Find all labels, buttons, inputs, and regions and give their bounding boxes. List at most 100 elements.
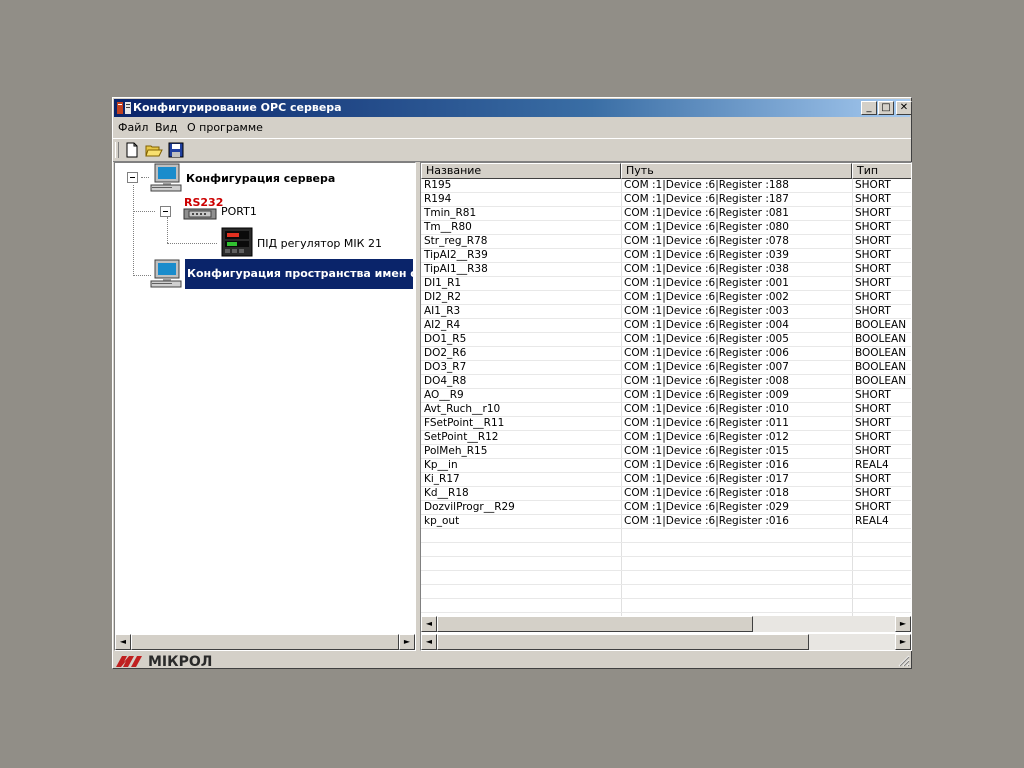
column-header-name[interactable]: Название [421, 163, 621, 179]
cell-name: Tmin_R81 [424, 207, 477, 219]
computer-icon [150, 259, 182, 288]
table-row[interactable]: TipAI2__R39 COM :1|Device :6|Register :03… [421, 249, 911, 263]
scroll-thumb[interactable] [437, 616, 753, 632]
close-button[interactable]: ✕ [896, 101, 912, 115]
list-outer-scrollbar[interactable]: ◄ ► [421, 634, 911, 650]
cell-name: PolMeh_R15 [424, 445, 488, 457]
tree-node-port[interactable]: PORT1 [221, 205, 257, 218]
table-row[interactable]: TipAI1__R38 COM :1|Device :6|Register :03… [421, 263, 911, 277]
cell-type: SHORT [855, 445, 891, 457]
cell-type: SHORT [855, 277, 891, 289]
scroll-right-arrow[interactable]: ► [895, 616, 911, 632]
tree-node-server-config[interactable]: Конфигурация сервера [186, 172, 335, 185]
app-icon [117, 102, 131, 114]
table-row[interactable]: Kp__in COM :1|Device :6|Register :016 REAL… [421, 459, 911, 473]
cell-type: BOOLEAN [855, 361, 907, 373]
table-row[interactable]: R194 COM :1|Device :6|Register :187 SHORT [421, 193, 911, 207]
cell-path: COM :1|Device :6|Register :029 [624, 501, 789, 513]
cell-name: DO3_R7 [424, 361, 467, 373]
cell-type: SHORT [855, 291, 891, 303]
table-row[interactable]: Ki_R17 COM :1|Device :6|Register :017 SHOR… [421, 473, 911, 487]
scroll-left-arrow[interactable]: ◄ [421, 616, 437, 632]
table-row[interactable]: Kd__R18 COM :1|Device :6|Register :018 SHO… [421, 487, 911, 501]
scroll-thumb[interactable] [437, 634, 809, 650]
menu-about[interactable]: О программе [187, 121, 263, 134]
cell-type: SHORT [855, 431, 891, 443]
table-row[interactable]: Tmin_R81 COM :1|Device :6|Register :081 SH… [421, 207, 911, 221]
table-row[interactable]: PolMeh_R15 COM :1|Device :6|Register :015… [421, 445, 911, 459]
table-row[interactable]: FSetPoint__R11 COM :1|Device :6|Register … [421, 417, 911, 431]
cell-path: COM :1|Device :6|Register :005 [624, 333, 789, 345]
cell-type: SHORT [855, 235, 891, 247]
main-window: Конфигурирование ОРС сервера _ □ ✕ Файл … [112, 97, 912, 670]
cell-name: Kd__R18 [424, 487, 469, 499]
scroll-left-arrow[interactable]: ◄ [421, 634, 437, 650]
cell-type: SHORT [855, 193, 891, 205]
table-row[interactable]: AI2_R4 COM :1|Device :6|Register :004 BOOL… [421, 319, 911, 333]
cell-path: COM :1|Device :6|Register :078 [624, 235, 789, 247]
empty-row [421, 585, 911, 599]
tag-list-pane[interactable]: Название Путь Тип R195 COM :1|Device :6|R… [420, 162, 912, 651]
save-disk-icon[interactable] [167, 141, 185, 159]
table-row[interactable]: DO3_R7 COM :1|Device :6|Register :007 BOOL… [421, 361, 911, 375]
table-row[interactable]: Str_reg_R78 COM :1|Device :6|Register :07… [421, 235, 911, 249]
column-header-path[interactable]: Путь [621, 163, 852, 179]
cell-type: SHORT [855, 501, 891, 513]
table-row[interactable]: DO2_R6 COM :1|Device :6|Register :006 BOOL… [421, 347, 911, 361]
table-row[interactable]: AI1_R3 COM :1|Device :6|Register :003 SHOR… [421, 305, 911, 319]
minimize-button[interactable]: _ [861, 101, 877, 115]
cell-name: AI1_R3 [424, 305, 461, 317]
title-bar[interactable]: Конфигурирование ОРС сервера _ □ ✕ [114, 99, 912, 117]
tree-pane[interactable]: Конфигурация сервера RS232 PORT1 ПІД рег… [114, 162, 416, 651]
empty-row [421, 571, 911, 585]
scroll-right-arrow[interactable]: ► [399, 634, 415, 650]
collapse-toggle[interactable] [127, 172, 138, 183]
table-row[interactable]: DI2_R2 COM :1|Device :6|Register :002 SHOR… [421, 291, 911, 305]
empty-row [421, 599, 911, 613]
new-file-icon[interactable] [123, 141, 141, 159]
resize-grip-icon[interactable] [898, 655, 910, 667]
open-folder-icon[interactable] [145, 141, 163, 159]
cell-name: FSetPoint__R11 [424, 417, 505, 429]
menu-view[interactable]: Вид [155, 121, 177, 134]
maximize-button[interactable]: □ [878, 101, 894, 115]
table-row[interactable]: Tm__R80 COM :1|Device :6|Register :080 SHO… [421, 221, 911, 235]
cell-type: SHORT [855, 249, 891, 261]
table-row[interactable]: DI1_R1 COM :1|Device :6|Register :001 SHOR… [421, 277, 911, 291]
cell-name: DI2_R2 [424, 291, 462, 303]
table-row[interactable]: Avt_Ruch__r10 COM :1|Device :6|Register :… [421, 403, 911, 417]
cell-name: DO2_R6 [424, 347, 467, 359]
table-row[interactable]: AO__R9 COM :1|Device :6|Register :009 SHOR… [421, 389, 911, 403]
table-row[interactable]: kp_out COM :1|Device :6|Register :016 REAL… [421, 515, 911, 529]
tree-node-namespace[interactable]: Конфигурация пространства имен серв [185, 259, 413, 289]
table-row[interactable]: R195 COM :1|Device :6|Register :188 SHORT [421, 179, 911, 193]
table-row[interactable]: SetPoint__R12 COM :1|Device :6|Register :… [421, 431, 911, 445]
empty-row [421, 543, 911, 557]
logo-text: МІКРОЛ [148, 654, 213, 670]
cell-path: COM :1|Device :6|Register :006 [624, 347, 789, 359]
tree-line [141, 177, 149, 178]
toolbar-grip [115, 142, 119, 158]
cell-path: COM :1|Device :6|Register :080 [624, 221, 789, 233]
table-row[interactable]: DO4_R8 COM :1|Device :6|Register :008 BOOL… [421, 375, 911, 389]
tree-horizontal-scrollbar[interactable]: ◄ ► [115, 634, 415, 650]
cell-type: SHORT [855, 207, 891, 219]
cell-path: COM :1|Device :6|Register :001 [624, 277, 789, 289]
cell-name: TipAI2__R39 [424, 249, 488, 261]
cell-name: DO4_R8 [424, 375, 467, 387]
collapse-toggle[interactable] [160, 206, 171, 217]
scroll-thumb[interactable] [131, 634, 399, 650]
scroll-left-arrow[interactable]: ◄ [115, 634, 131, 650]
scroll-right-arrow[interactable]: ► [895, 634, 911, 650]
menu-file[interactable]: Файл [118, 121, 148, 134]
cell-path: COM :1|Device :6|Register :018 [624, 487, 789, 499]
column-header-type[interactable]: Тип [852, 163, 911, 179]
cell-type: REAL4 [855, 515, 889, 527]
cell-type: SHORT [855, 389, 891, 401]
table-row[interactable]: DozvilProgr__R29 COM :1|Device :6|Registe… [421, 501, 911, 515]
tree-line [167, 217, 168, 243]
list-horizontal-scrollbar[interactable]: ◄ ► [421, 616, 911, 632]
tree-node-device[interactable]: ПІД регулятор МІК 21 [257, 237, 382, 250]
table-row[interactable]: DO1_R5 COM :1|Device :6|Register :005 BOOL… [421, 333, 911, 347]
tree-line [133, 185, 134, 276]
